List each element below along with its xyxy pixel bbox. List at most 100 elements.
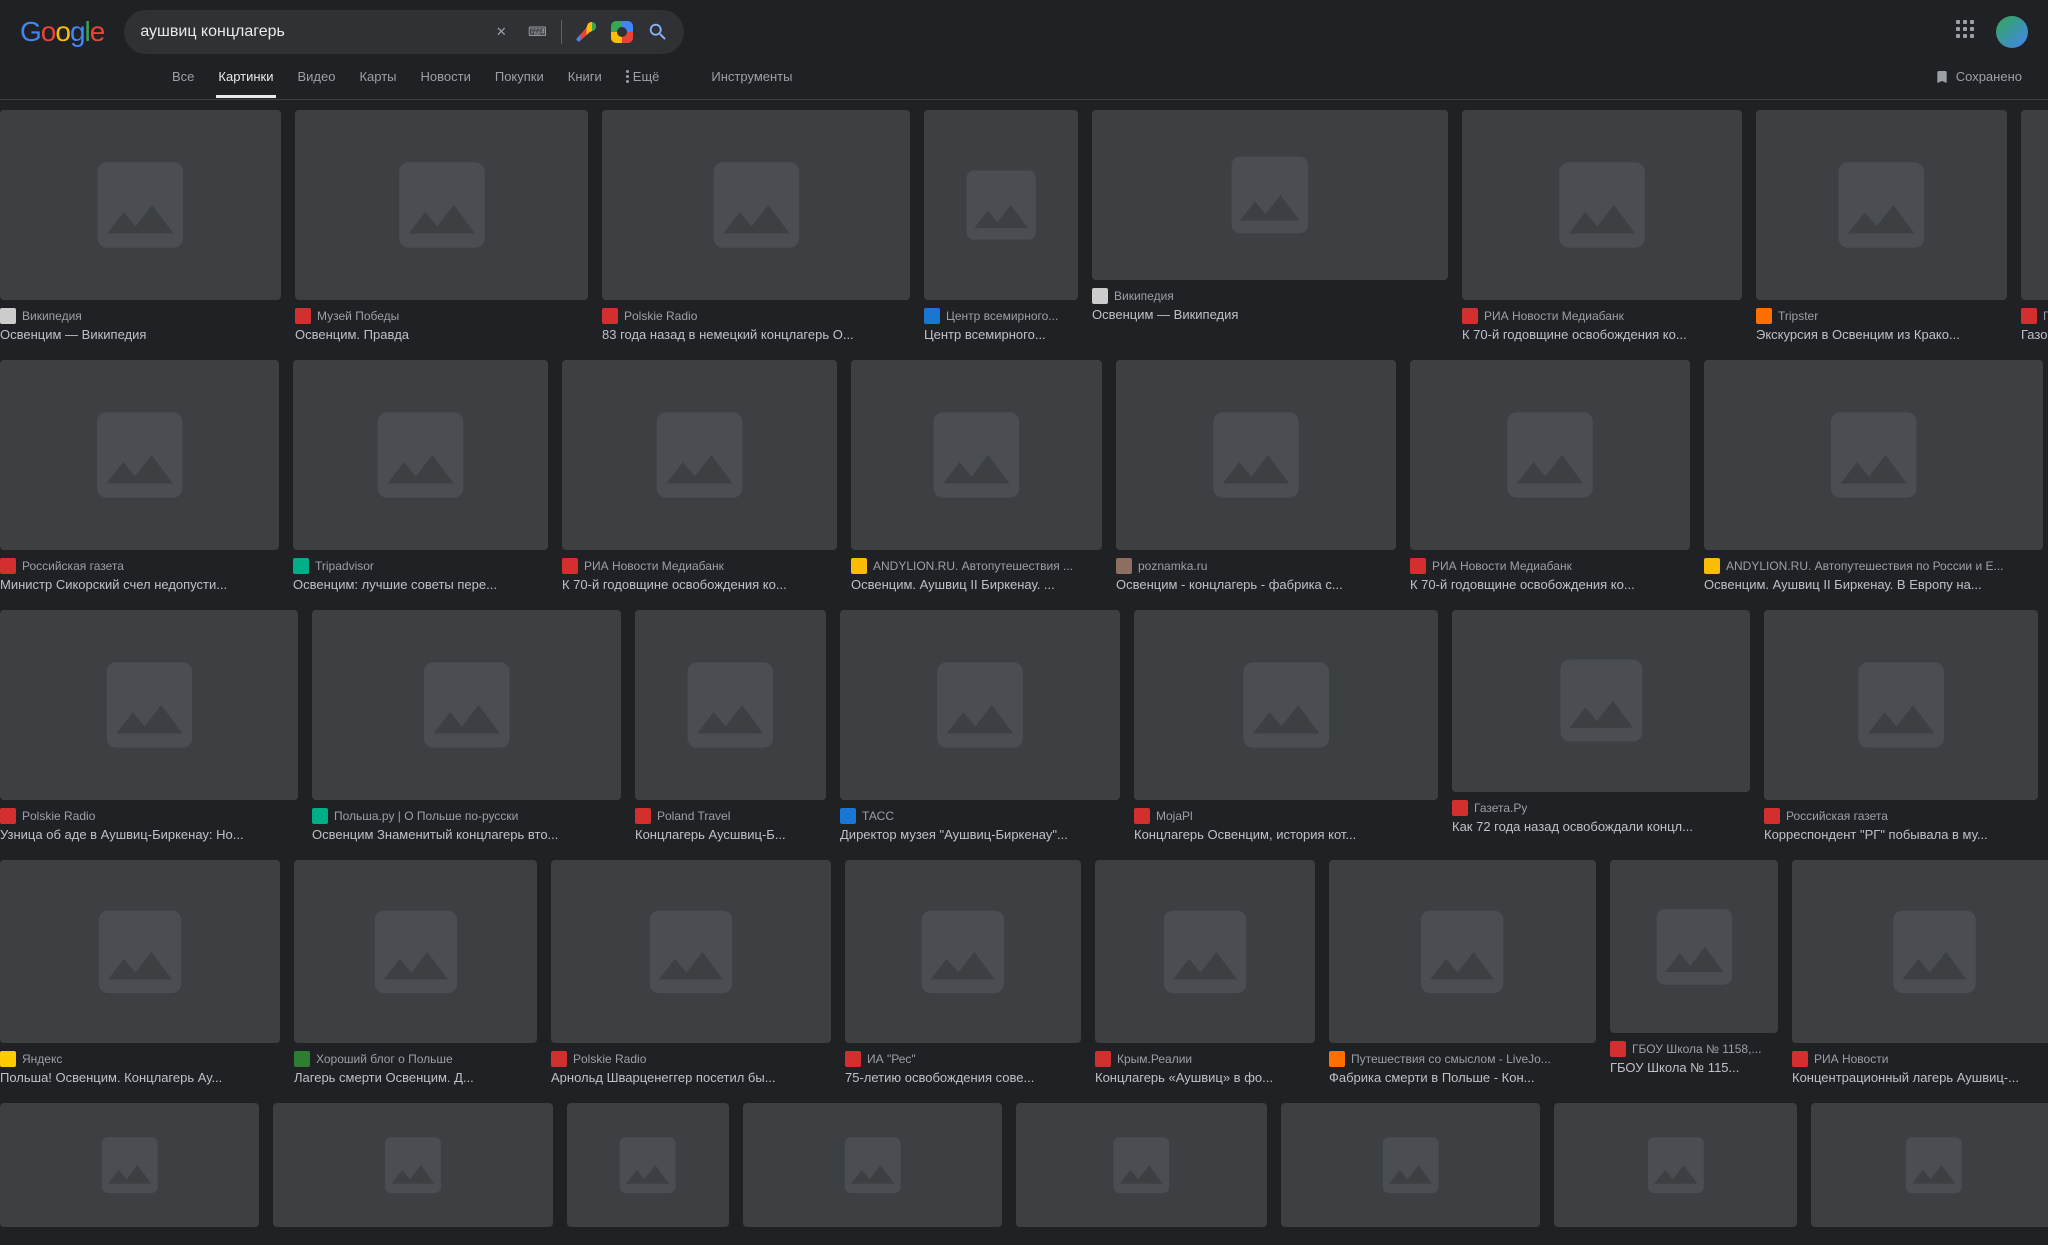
- result-title: Концентрационный лагерь Аушвиц-...: [1792, 1070, 2048, 1085]
- favicon-icon: [312, 808, 328, 824]
- image-result[interactable]: РИА Новости МедиабанкК 70-й годовщине ос…: [562, 360, 837, 592]
- result-title: Освенцим. Правда: [295, 327, 588, 342]
- image-result[interactable]: ГБОУ Школа № 1158,...ГБОУ Школа № 115...: [1610, 860, 1778, 1085]
- result-source: РИА Новости Медиабанк: [1484, 309, 1624, 323]
- result-title: Польша! Освенцим. Концлагерь Ау...: [0, 1070, 280, 1085]
- image-result[interactable]: TripsterЭкскурсия в Освенцим из Крако...: [1756, 110, 2007, 342]
- image-result[interactable]: Музей ПобедыОсвенцим. Правда: [295, 110, 588, 342]
- result-title: 75-летию освобождения сове...: [845, 1070, 1081, 1085]
- apps-icon[interactable]: [1956, 20, 1980, 44]
- tab-видео[interactable]: Видео: [286, 55, 348, 98]
- image-result[interactable]: ANDYLION.RU. Автопутешествия по России и…: [1704, 360, 2043, 592]
- result-source: Polskie Radio: [22, 809, 95, 823]
- image-result[interactable]: Российская газетаКорреспондент "РГ" побы…: [1764, 610, 2038, 842]
- result-source: Википедия: [1114, 289, 1174, 303]
- image-result[interactable]: Российская газетаМинистр Сикорский счел …: [0, 360, 279, 592]
- result-source: Яндекс: [22, 1052, 62, 1066]
- search-tabs: ВсеКартинкиВидеоКартыНовостиПокупкиКниги: [160, 55, 614, 98]
- tools-button[interactable]: Инструменты: [711, 69, 792, 84]
- result-title: Концлагерь Освенцим, история кот...: [1134, 827, 1438, 842]
- result-source: Крым.Реалии: [1117, 1052, 1192, 1066]
- result-source: Википедия: [22, 309, 82, 323]
- image-result[interactable]: РИА Новости МедиабанкК 70-й годовщине ос…: [1410, 360, 1690, 592]
- image-result[interactable]: Яндекс Польша! Освенцим. Концлагерь Ау...: [0, 860, 280, 1085]
- tab-новости[interactable]: Новости: [409, 55, 483, 98]
- search-input[interactable]: [140, 23, 483, 41]
- result-source: РИА Новости: [1814, 1052, 1888, 1066]
- tab-покупки[interactable]: Покупки: [483, 55, 556, 98]
- search-box: ✕ ⌨ 🎤: [124, 10, 684, 54]
- image-result[interactable]: Газета.Ру Как 72 года назад освобождали к…: [1452, 610, 1750, 842]
- result-title: Экскурсия в Освенцим из Крако...: [1756, 327, 2007, 342]
- search-icon[interactable]: [646, 20, 670, 44]
- image-result[interactable]: Центр всемирного...Центр всемирного...: [924, 110, 1078, 342]
- result-title: Освенцим - концлагерь - фабрика с...: [1116, 577, 1396, 592]
- favicon-icon: [1704, 558, 1720, 574]
- image-result[interactable]: Polskie RadioАрнольд Шварценеггер посети…: [551, 860, 831, 1085]
- tab-все[interactable]: Все: [160, 55, 206, 98]
- result-source: Польша.ру | О Польше по-русски: [334, 809, 518, 823]
- clear-icon[interactable]: ✕: [489, 20, 513, 44]
- result-source: Polskie Radio: [624, 309, 697, 323]
- image-result[interactable]: [1016, 1103, 1267, 1227]
- favicon-icon: [1134, 808, 1150, 824]
- saved-button[interactable]: Сохранено: [1934, 69, 2028, 85]
- tab-картинки[interactable]: Картинки: [206, 55, 285, 98]
- favicon-icon: [295, 308, 311, 324]
- image-result[interactable]: Крым.Реалии Концлагерь «Аушвиц» в фо...: [1095, 860, 1315, 1085]
- result-source: Центр всемирного...: [946, 309, 1058, 323]
- result-title: Освенцим: лучшие советы пере...: [293, 577, 548, 592]
- tab-карты[interactable]: Карты: [347, 55, 408, 98]
- mic-icon[interactable]: 🎤: [574, 20, 598, 44]
- result-source: Tripadvisor: [315, 559, 374, 573]
- more-tab[interactable]: Ещё: [614, 55, 672, 98]
- result-title: Как 72 года назад освобождали концл...: [1452, 819, 1750, 834]
- image-result[interactable]: [0, 1103, 259, 1227]
- image-result[interactable]: РИА Новости МедиабанкК 70-й годовщине ос…: [1462, 110, 1742, 342]
- image-result[interactable]: ТАССДиректор музея "Аушвиц-Биркенау"...: [840, 610, 1120, 842]
- image-result[interactable]: Polskie Radio83 года назад в немецкий ко…: [602, 110, 910, 342]
- image-result[interactable]: ANDYLION.RU. Автопутешествия ...Освенцим…: [851, 360, 1102, 592]
- favicon-icon: [1329, 1051, 1345, 1067]
- favicon-icon: [0, 1051, 16, 1067]
- favicon-icon: [293, 558, 309, 574]
- image-result[interactable]: Газета.РуГазовые камеры, печи, медицинск…: [2021, 110, 2048, 342]
- image-result[interactable]: Польша.ру | О Польше по-русскиОсвенцим З…: [312, 610, 621, 842]
- result-source: Хороший блог о Польше: [316, 1052, 453, 1066]
- result-title: Концлагерь «Аушвиц» в фо...: [1095, 1070, 1315, 1085]
- image-result[interactable]: [567, 1103, 729, 1227]
- image-result[interactable]: Polskie RadioУзница об аде в Аушвиц-Бирк…: [0, 610, 298, 842]
- image-result[interactable]: ВикипедияОсвенцим — Википедия: [0, 110, 281, 342]
- result-source: Газета.Ру: [1474, 801, 1527, 815]
- image-result[interactable]: [1554, 1103, 1797, 1227]
- image-result[interactable]: poznamka.ru Освенцим - концлагерь - фабри…: [1116, 360, 1396, 592]
- favicon-icon: [1462, 308, 1478, 324]
- result-source: poznamka.ru: [1138, 559, 1207, 573]
- result-source: ANDYLION.RU. Автопутешествия по России и…: [1726, 559, 2004, 573]
- image-result[interactable]: [743, 1103, 1002, 1227]
- image-result[interactable]: [273, 1103, 553, 1227]
- favicon-icon: [851, 558, 867, 574]
- image-result[interactable]: РИА Новости Концентрационный лагерь Аушви…: [1792, 860, 2048, 1085]
- keyboard-icon[interactable]: ⌨: [525, 20, 549, 44]
- result-source: Poland Travel: [657, 809, 730, 823]
- result-source: ИА "Рес": [867, 1052, 916, 1066]
- image-result[interactable]: Poland Travel Концлагерь Аусшвиц-Б...: [635, 610, 826, 842]
- image-result[interactable]: [1281, 1103, 1540, 1227]
- image-result[interactable]: Путешествия со смыслом - LiveJo...Фабрик…: [1329, 860, 1596, 1085]
- result-title: К 70-й годовщине освобождения ко...: [562, 577, 837, 592]
- image-result[interactable]: Tripadvisor Освенцим: лучшие советы пере.…: [293, 360, 548, 592]
- result-title: Концлагерь Аусшвиц-Б...: [635, 827, 826, 842]
- favicon-icon: [1092, 288, 1108, 304]
- image-result[interactable]: [1811, 1103, 2048, 1227]
- avatar[interactable]: [1996, 16, 2028, 48]
- image-result[interactable]: ИА "Рес" 75-летию освобождения сове...: [845, 860, 1081, 1085]
- favicon-icon: [1764, 808, 1780, 824]
- tab-книги[interactable]: Книги: [556, 55, 614, 98]
- image-result[interactable]: Хороший блог о ПольшеЛагерь смерти Освен…: [294, 860, 537, 1085]
- google-logo[interactable]: Google: [20, 16, 104, 48]
- image-result[interactable]: ВикипедияОсвенцим — Википедия: [1092, 110, 1448, 342]
- lens-icon[interactable]: [610, 20, 634, 44]
- result-source: ТАСС: [862, 809, 894, 823]
- image-result[interactable]: MojaPlКонцлагерь Освенцим, история кот..…: [1134, 610, 1438, 842]
